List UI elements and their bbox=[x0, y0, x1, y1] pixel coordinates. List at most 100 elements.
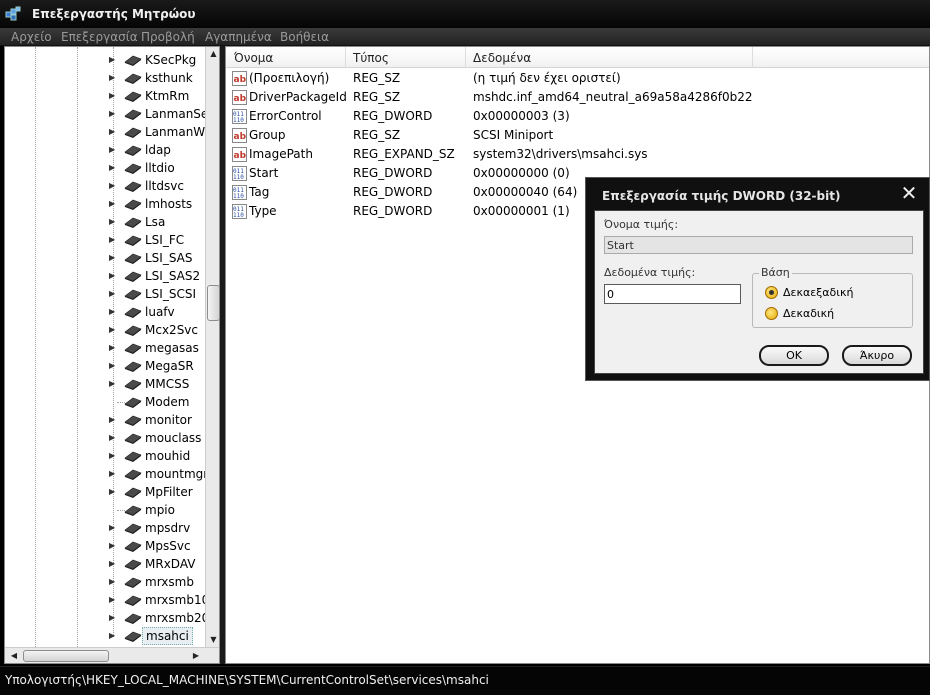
expand-arrow-icon[interactable]: ▶ bbox=[109, 127, 117, 137]
expand-arrow-icon[interactable]: ▶ bbox=[109, 487, 117, 497]
tree-item-label: LanmanSer bbox=[145, 107, 214, 121]
expand-arrow-icon[interactable]: ▶ bbox=[109, 145, 117, 155]
expand-arrow-icon[interactable]: ▶ bbox=[109, 613, 117, 623]
expand-arrow-icon[interactable]: ▶ bbox=[109, 307, 117, 317]
column-header-type[interactable]: Τύπος bbox=[353, 51, 389, 65]
expand-arrow-icon[interactable]: ▶ bbox=[109, 631, 117, 641]
tree-item[interactable]: mpio bbox=[109, 501, 205, 519]
tree-item-label: MpFilter bbox=[145, 485, 193, 499]
expand-arrow-icon[interactable]: ▶ bbox=[109, 271, 117, 281]
tree-item[interactable]: Modem bbox=[109, 393, 205, 411]
expand-arrow-icon[interactable]: ▶ bbox=[109, 559, 117, 569]
tree-item[interactable]: ▶ lmhosts bbox=[109, 195, 205, 213]
ok-button[interactable]: OK bbox=[759, 345, 829, 366]
menu-view[interactable]: Προβολή bbox=[141, 30, 195, 44]
radio-hexadecimal[interactable]: Δεκαεξαδική bbox=[765, 285, 915, 301]
tree-item[interactable]: ▶ ldap bbox=[109, 141, 205, 159]
expand-arrow-icon[interactable]: ▶ bbox=[109, 91, 117, 101]
tree-item[interactable]: ▶ mrxsmb10 bbox=[109, 591, 209, 609]
expand-arrow-icon[interactable]: ▶ bbox=[109, 433, 117, 443]
tree-item[interactable]: ▶ MRxDAV bbox=[109, 555, 205, 573]
expand-arrow-icon[interactable]: ▶ bbox=[109, 163, 117, 173]
expand-arrow-icon[interactable]: ▶ bbox=[109, 379, 117, 389]
expand-arrow-icon[interactable]: ▶ bbox=[109, 253, 117, 263]
svg-text:110: 110 bbox=[233, 117, 244, 124]
expand-arrow-icon[interactable]: ▶ bbox=[109, 469, 117, 479]
tree-item[interactable]: ▶ LanmanWo bbox=[109, 123, 212, 141]
tree-item[interactable]: ▶ MpsSvc bbox=[109, 537, 205, 555]
tree-horizontal-scroll-thumb[interactable] bbox=[23, 650, 109, 662]
value-row[interactable]: ab DriverPackageId REG_SZ mshdc.inf_amd64_n… bbox=[226, 88, 929, 107]
expand-arrow-icon[interactable]: ▶ bbox=[109, 199, 117, 209]
tree-item[interactable]: ▶ lltdsvc bbox=[109, 177, 205, 195]
value-row[interactable]: 011 110 ErrorControl REG_DWORD 0x00000003 (3… bbox=[226, 107, 929, 126]
tree-item[interactable]: ▶ Mcx2Svc bbox=[109, 321, 205, 339]
tree-item-label: mouclass bbox=[145, 431, 202, 445]
value-row[interactable]: ab Group REG_SZ SCSI Miniport bbox=[226, 126, 929, 145]
tree-item[interactable]: ▶ LSI_SCSI bbox=[109, 285, 205, 303]
expand-arrow-icon[interactable]: ▶ bbox=[109, 289, 117, 299]
menu-file[interactable]: Αρχείο bbox=[11, 30, 52, 44]
tree-item[interactable]: ▶ ksthunk bbox=[109, 69, 205, 87]
tree-item[interactable]: ▶ monitor bbox=[109, 411, 205, 429]
scroll-right-icon[interactable]: ▶ bbox=[189, 649, 203, 663]
menu-edit[interactable]: Επεξεργασία bbox=[61, 30, 138, 44]
menu-favorites[interactable]: Αγαπημένα bbox=[205, 30, 272, 44]
tree-item[interactable]: ▶ lltdio bbox=[109, 159, 205, 177]
radio-decimal[interactable]: Δεκαδική bbox=[765, 306, 915, 322]
tree-item[interactable]: ▶ KSecPkg bbox=[109, 51, 205, 69]
expand-arrow-icon[interactable]: ▶ bbox=[109, 73, 117, 83]
close-icon[interactable]: ✕ bbox=[898, 182, 920, 204]
menu-help[interactable]: Βοήθεια bbox=[280, 30, 329, 44]
tree-vertical-scrollbar[interactable]: ▲ ▼ bbox=[205, 47, 219, 647]
expand-arrow-icon[interactable]: ▶ bbox=[109, 577, 117, 587]
expand-arrow-icon[interactable]: ▶ bbox=[109, 541, 117, 551]
expand-arrow-icon[interactable]: ▶ bbox=[109, 523, 117, 533]
tree-item[interactable]: ▶ LSI_FC bbox=[109, 231, 205, 249]
base-group: Βάση Δεκαεξαδική Δεκαδική bbox=[752, 266, 915, 328]
tree-item[interactable]: ▶ mouclass bbox=[109, 429, 205, 447]
tree-item[interactable]: ▶ MpFilter bbox=[109, 483, 205, 501]
expand-arrow-icon[interactable]: ▶ bbox=[109, 109, 117, 119]
cancel-button[interactable]: Άκυρο bbox=[842, 345, 912, 366]
expand-arrow-icon[interactable]: ▶ bbox=[109, 451, 117, 461]
registry-tree[interactable]: ▶ KSecPkg ▶ ksthunk ▶ KtmRm ▶ LanmanSer ▶ LanmanW… bbox=[4, 46, 220, 664]
tree-item[interactable]: ▶ KtmRm bbox=[109, 87, 205, 105]
tree-item[interactable]: ▶ MegaSR bbox=[109, 357, 205, 375]
tree-item[interactable]: ▶ mrxsmb bbox=[109, 573, 205, 591]
expand-arrow-icon[interactable]: ▶ bbox=[109, 217, 117, 227]
scroll-down-icon[interactable]: ▼ bbox=[206, 633, 219, 647]
expand-arrow-icon[interactable]: ▶ bbox=[109, 595, 117, 605]
tree-item[interactable]: ▶ LanmanSer bbox=[109, 105, 213, 123]
tree-item[interactable]: ▶ Lsa bbox=[109, 213, 205, 231]
scroll-up-icon[interactable]: ▲ bbox=[206, 47, 219, 61]
tree-item[interactable]: ▶ LSI_SAS2 bbox=[109, 267, 205, 285]
value-data-input[interactable]: 0 bbox=[604, 284, 741, 304]
tree-horizontal-scrollbar[interactable]: ◀ ▶ bbox=[5, 647, 219, 663]
radio-unselected-icon[interactable] bbox=[765, 307, 778, 320]
dialog-title: Επεξεργασία τιμής DWORD (32-bit) bbox=[602, 189, 841, 203]
tree-item[interactable]: ▶ LSI_SAS bbox=[109, 249, 205, 267]
tree-item[interactable]: ▶ megasas bbox=[109, 339, 205, 357]
expand-arrow-icon[interactable]: ▶ bbox=[109, 55, 117, 65]
tree-item[interactable]: ▶ luafv bbox=[109, 303, 205, 321]
tree-item[interactable]: ▶ mouhid bbox=[109, 447, 205, 465]
expand-arrow-icon[interactable]: ▶ bbox=[109, 235, 117, 245]
expand-arrow-icon[interactable]: ▶ bbox=[109, 415, 117, 425]
column-header-data[interactable]: Δεδομένα bbox=[473, 51, 531, 65]
expand-arrow-icon[interactable]: ▶ bbox=[109, 361, 117, 371]
tree-item[interactable]: ▶ mpsdrv bbox=[109, 519, 205, 537]
expand-arrow-icon[interactable]: ▶ bbox=[109, 325, 117, 335]
tree-item[interactable]: ▶ mrxsmb20 bbox=[109, 609, 209, 627]
value-row[interactable]: ab (Προεπιλογή) REG_SZ (η τιμή δεν έχει ορι… bbox=[226, 69, 929, 88]
scroll-left-icon[interactable]: ◀ bbox=[7, 649, 21, 663]
tree-vertical-scroll-thumb[interactable] bbox=[207, 285, 219, 321]
value-row[interactable]: ab ImagePath REG_EXPAND_SZ system32\drivers… bbox=[226, 145, 929, 164]
column-header-name[interactable]: Όνομα bbox=[234, 51, 273, 65]
tree-item[interactable]: ▶ mountmgr bbox=[109, 465, 208, 483]
radio-selected-icon[interactable] bbox=[765, 286, 778, 299]
expand-arrow-icon[interactable]: ▶ bbox=[109, 343, 117, 353]
expand-arrow-icon[interactable]: ▶ bbox=[109, 181, 117, 191]
tree-item[interactable]: ▶ msahci bbox=[109, 627, 205, 645]
tree-item[interactable]: ▶ MMCSS bbox=[109, 375, 205, 393]
